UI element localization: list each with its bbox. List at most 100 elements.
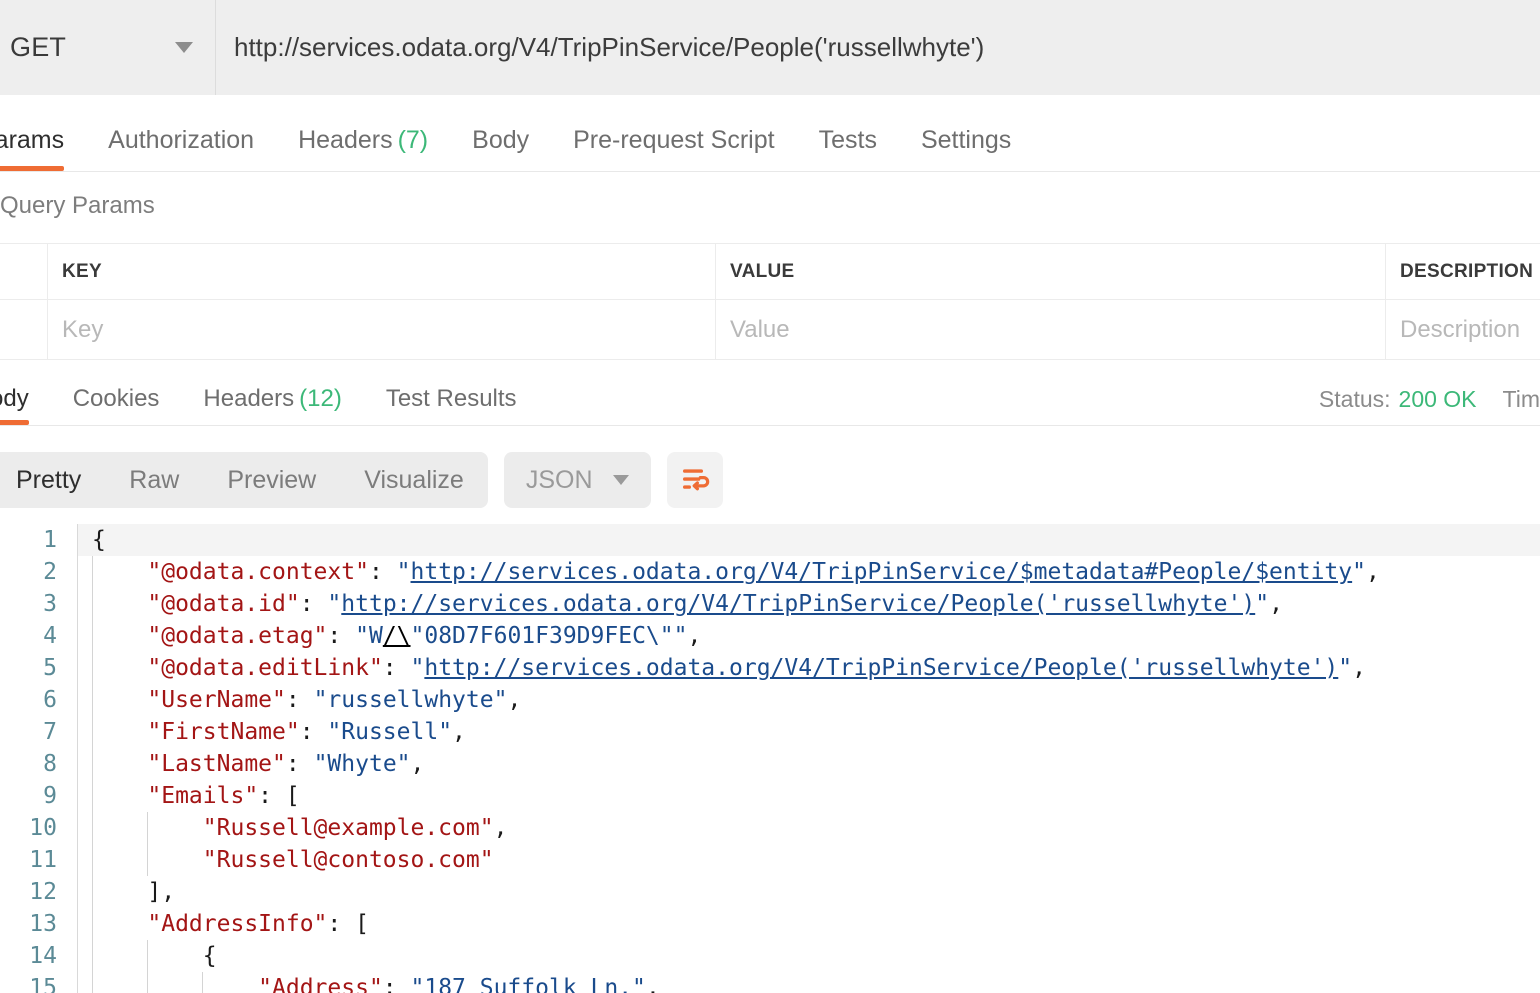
- tab-body[interactable]: Body: [450, 126, 551, 171]
- word-wrap-icon: [682, 469, 709, 491]
- line-number: 5: [0, 652, 78, 684]
- json-token: ,: [507, 687, 522, 713]
- json-link[interactable]: http://services.odata.org/V4/TripPinServ…: [341, 591, 1255, 617]
- line-number: 7: [0, 716, 78, 748]
- chevron-down-icon: [175, 42, 193, 53]
- tab-authorization[interactable]: Authorization: [86, 126, 276, 171]
- indent-guide: [147, 972, 149, 993]
- response-format-dropdown[interactable]: JSON: [503, 452, 651, 508]
- tab-tests-label: Tests: [818, 126, 877, 154]
- line-number: 4: [0, 620, 78, 652]
- json-token: ,: [452, 719, 466, 745]
- json-token: "Emails": [147, 783, 259, 809]
- json-token: ,: [410, 751, 425, 777]
- response-view-toolbar: Pretty Raw Preview Visualize JSON: [0, 452, 1540, 508]
- table-header-row: KEY VALUE DESCRIPTION: [0, 243, 1540, 300]
- json-line: 15 "Address": "187 Suffolk Ln.",: [0, 972, 1540, 993]
- json-token: "Russell": [327, 719, 453, 745]
- json-token: "@odata.id": [147, 591, 300, 617]
- request-tab-bar: Params Authorization Headers(7) Body Pre…: [0, 96, 1540, 172]
- line-number: 14: [0, 940, 78, 972]
- column-header-description: DESCRIPTION: [1400, 260, 1534, 282]
- json-link[interactable]: http://services.odata.org/V4/TripPinServ…: [411, 559, 1353, 585]
- response-tab-body[interactable]: Body: [0, 385, 51, 425]
- response-tab-test-results[interactable]: Test Results: [364, 385, 539, 425]
- indent-guide: [92, 876, 93, 908]
- json-line-content: "UserName": "russellwhyte",: [78, 684, 1540, 716]
- tab-headers[interactable]: Headers (7): [276, 126, 450, 171]
- json-token: :: [382, 975, 411, 993]
- http-method-dropdown[interactable]: GET: [0, 0, 216, 95]
- indent-guide: [92, 972, 93, 993]
- table-row: Key Value Description: [0, 300, 1540, 360]
- view-mode-visualize[interactable]: Visualize: [340, 452, 488, 508]
- tab-settings-label: Settings: [920, 126, 1012, 154]
- param-value-input[interactable]: Value: [716, 300, 1386, 359]
- json-line: 11 "Russell@contoso.com": [0, 844, 1540, 876]
- chevron-down-icon: [612, 475, 629, 485]
- json-token: ": [396, 559, 411, 585]
- response-tab-bar: Body Cookies Headers(12) Test Results St…: [0, 364, 1540, 426]
- response-body-json-viewer[interactable]: 1{2 "@odata.context": "http://services.o…: [0, 524, 1540, 993]
- tab-pre-request-script[interactable]: Pre-request Script: [551, 126, 796, 171]
- row-checkbox-cell[interactable]: [0, 300, 48, 359]
- tab-pre-request-script-label: Pre-request Script: [573, 126, 775, 154]
- json-token: "187 Suffolk Ln.": [410, 975, 646, 993]
- json-line: 14 {: [0, 940, 1540, 972]
- tab-settings[interactable]: Settings: [899, 126, 1033, 171]
- query-params-table: KEY VALUE DESCRIPTION Key Value Descript…: [0, 243, 1540, 360]
- json-token: "AddressInfo": [147, 911, 328, 937]
- json-token: {: [202, 943, 217, 969]
- json-line-content: "Russell@example.com",: [78, 812, 1540, 844]
- indent-guide: [202, 972, 204, 993]
- json-line: 13 "AddressInfo": [: [0, 908, 1540, 940]
- json-token: :: [382, 655, 411, 681]
- json-token: [: [285, 783, 300, 809]
- view-mode-preview[interactable]: Preview: [203, 452, 340, 508]
- response-tab-headers[interactable]: Headers (12): [181, 385, 363, 425]
- response-tab-cookies-label: Cookies: [72, 385, 160, 412]
- json-token: "Address": [258, 975, 383, 993]
- json-line-content: "@odata.editLink": "http://services.odat…: [78, 652, 1540, 684]
- tab-tests[interactable]: Tests: [797, 126, 899, 171]
- json-token: [: [355, 911, 369, 937]
- response-tab-cookies[interactable]: Cookies: [51, 385, 182, 425]
- json-token: "LastName": [147, 751, 286, 777]
- response-tab-test-results-label: Test Results: [385, 385, 517, 412]
- param-key-input[interactable]: Key: [48, 300, 716, 359]
- json-token: :: [327, 911, 356, 937]
- json-line-content: {: [78, 524, 1540, 556]
- json-token: ": [327, 591, 342, 617]
- json-line-content: "@odata.id": "http://services.odata.org/…: [78, 588, 1540, 620]
- line-number: 8: [0, 748, 78, 780]
- line-number: 13: [0, 908, 78, 940]
- json-token: ,: [1352, 655, 1366, 681]
- response-format-label: JSON: [525, 465, 593, 494]
- json-line: 3 "@odata.id": "http://services.odata.or…: [0, 588, 1540, 620]
- line-number: 2: [0, 556, 78, 588]
- word-wrap-toggle-button[interactable]: [666, 452, 723, 508]
- json-link[interactable]: http://services.odata.org/V4/TripPinServ…: [424, 655, 1338, 681]
- param-description-input[interactable]: Description: [1386, 300, 1540, 359]
- json-token: "FirstName": [147, 719, 300, 745]
- response-tab-headers-label: Headers: [203, 385, 295, 412]
- json-token: ": [410, 655, 425, 681]
- tab-params[interactable]: Params: [0, 126, 86, 171]
- json-line: 10 "Russell@example.com",: [0, 812, 1540, 844]
- url-input[interactable]: http://services.odata.org/V4/TripPinServ…: [216, 0, 1540, 95]
- json-line: 9 "Emails": [: [0, 780, 1540, 812]
- view-mode-pretty[interactable]: Pretty: [0, 452, 105, 508]
- json-token: ],: [147, 879, 176, 905]
- indent-guide: [92, 812, 93, 844]
- line-number: 12: [0, 876, 78, 908]
- tab-params-label: Params: [0, 126, 65, 154]
- view-mode-raw[interactable]: Raw: [105, 452, 203, 508]
- line-number: 3: [0, 588, 78, 620]
- response-time-label: Tim: [1502, 386, 1540, 412]
- json-line: 6 "UserName": "russellwhyte",: [0, 684, 1540, 716]
- json-token: "Russell@contoso.com": [202, 847, 494, 873]
- json-token: :: [299, 591, 328, 617]
- json-line-content: "Address": "187 Suffolk Ln.",: [78, 972, 1540, 993]
- json-line: 4 "@odata.etag": "W/\"08D7F601F39D9FEC\"…: [0, 620, 1540, 652]
- json-line: 1{: [0, 524, 1540, 556]
